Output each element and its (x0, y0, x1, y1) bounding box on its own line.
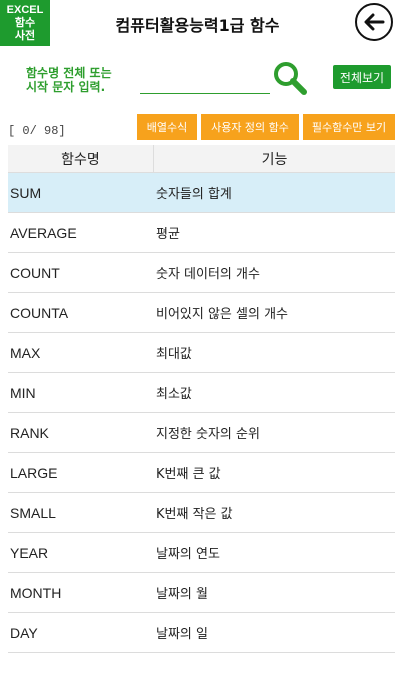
function-name: RANK (10, 424, 49, 441)
function-description: 최소값 (156, 387, 192, 402)
table-row[interactable]: MAX 최대값 (8, 333, 395, 373)
function-description: 지정한 숫자의 순위 (156, 427, 260, 442)
table-row[interactable]: MIN 최소값 (8, 373, 395, 413)
function-table: 함수명 기능 SUM 숫자들의 합계 AVERAGE 평균 COUNT 숫자 데… (8, 145, 395, 664)
back-button[interactable] (355, 3, 393, 41)
function-description: 최대값 (156, 347, 192, 362)
search-area: 함수명 전체 또는 시작 문자 입력. 전체보기 (0, 52, 395, 110)
table-row[interactable]: COUNTA 비어있지 않은 셀의 개수 (8, 293, 395, 333)
column-header-name: 함수명 (8, 145, 154, 172)
table-row[interactable]: RANK 지정한 숫자의 순위 (8, 413, 395, 453)
function-description: 숫자 데이터의 개수 (156, 267, 260, 282)
table-row[interactable]: SUM 숫자들의 합계 (8, 173, 395, 213)
function-description: 날짜의 연도 (156, 547, 220, 562)
result-counter: [ 0/ 98] (8, 124, 66, 138)
function-name: SMALL (10, 504, 56, 521)
table-row[interactable]: COUNT 숫자 데이터의 개수 (8, 253, 395, 293)
array-formula-button[interactable]: 배열수식 (137, 114, 197, 140)
table-row[interactable]: DAY 날짜의 일 (8, 613, 395, 653)
page-title: 컴퓨터활용능력1급 함수 (115, 16, 280, 35)
show-all-button[interactable]: 전체보기 (333, 65, 391, 89)
search-hint-line-2: 시작 문자 입력. (26, 80, 106, 94)
function-name: COUNTA (10, 304, 69, 321)
table-body[interactable]: SUM 숫자들의 합계 AVERAGE 평균 COUNT 숫자 데이터의 개수 … (8, 173, 395, 664)
function-name: MAX (10, 344, 41, 361)
function-description: 날짜의 월 (156, 587, 208, 602)
app-header: EXCEL 함수 사전 컴퓨터활용능력1급 함수 (0, 0, 395, 46)
table-row[interactable]: LARGE K번째 큰 값 (8, 453, 395, 493)
function-description: 날짜의 일 (156, 627, 208, 642)
function-name: COUNT (10, 264, 60, 281)
arrow-left-icon (364, 13, 385, 31)
function-name: YEAR (10, 544, 49, 561)
search-hint-line-1: 함수명 전체 또는 (26, 66, 112, 80)
table-row[interactable]: YEAR 날짜의 연도 (8, 533, 395, 573)
function-name: AVERAGE (10, 224, 77, 241)
function-description: 평균 (156, 227, 180, 242)
function-name: SUM (10, 184, 42, 201)
function-description: 숫자들의 합계 (156, 187, 232, 202)
required-only-button[interactable]: 필수함수만 보기 (303, 114, 395, 140)
search-button[interactable] (272, 60, 308, 96)
magnifier-icon (274, 62, 307, 95)
table-row[interactable]: AVERAGE 평균 (8, 213, 395, 253)
function-description: 비어있지 않은 셀의 개수 (156, 307, 288, 322)
table-row[interactable]: SMALL K번째 작은 값 (8, 493, 395, 533)
table-header: 함수명 기능 (8, 145, 395, 173)
function-description: K번째 큰 값 (156, 467, 221, 482)
function-name: MIN (10, 384, 36, 401)
table-row[interactable]: MONTH 날짜의 월 (8, 573, 395, 613)
function-description: K번째 작은 값 (156, 507, 233, 522)
column-header-function: 기능 (261, 151, 288, 168)
function-name: LARGE (10, 464, 58, 481)
search-input[interactable] (140, 72, 270, 94)
search-hint: 함수명 전체 또는 시작 문자 입력. (26, 66, 112, 94)
function-name: MONTH (10, 584, 62, 601)
user-defined-function-button[interactable]: 사용자 정의 함수 (201, 114, 299, 140)
function-name: DAY (10, 624, 38, 641)
